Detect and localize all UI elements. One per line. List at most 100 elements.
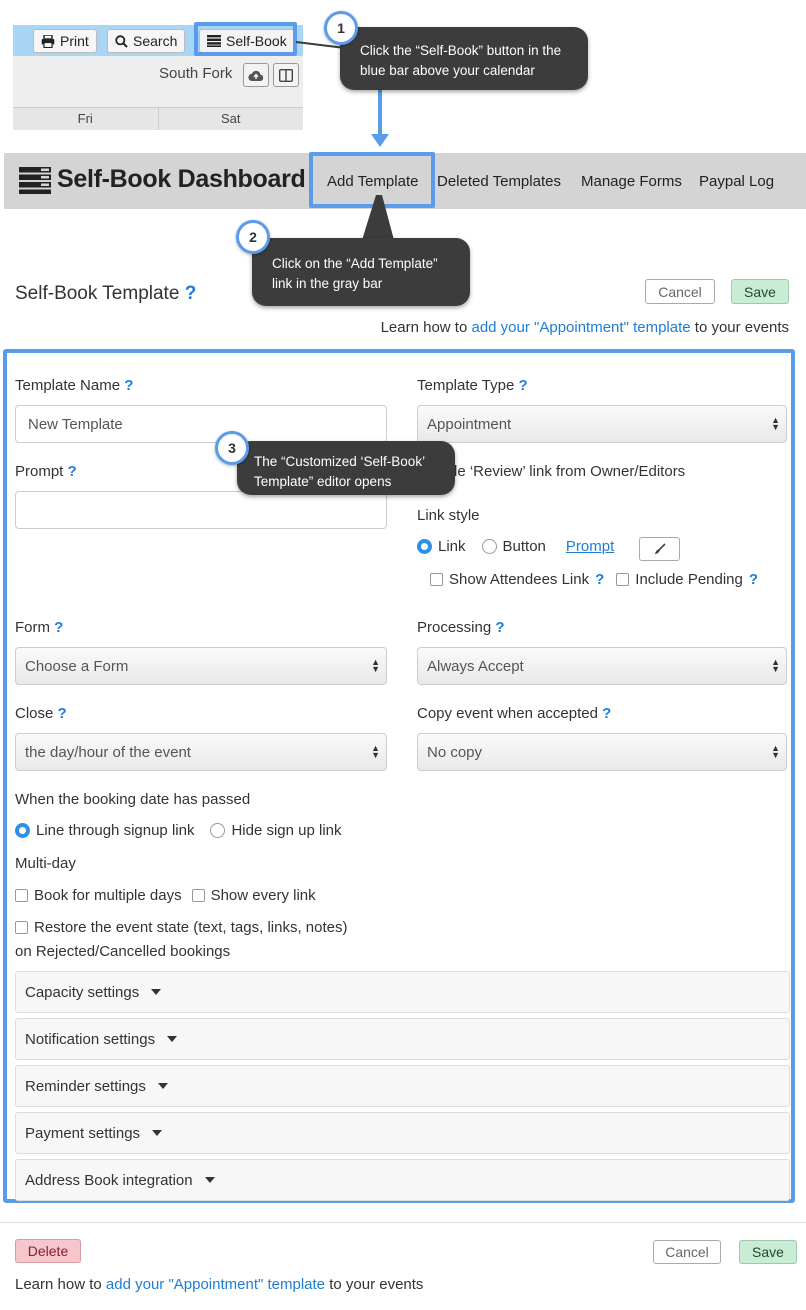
notification-settings-label: Notification settings	[25, 1030, 156, 1048]
multi-day-options: Book for multiple days Show every link	[15, 887, 316, 904]
save-button-bottom[interactable]: Save	[739, 1240, 797, 1264]
style-brush-button[interactable]	[639, 537, 680, 561]
link-radio[interactable]	[417, 539, 432, 554]
callout-step-3-text: The “Customized ‘Self-Book’ Template” ed…	[254, 454, 425, 489]
learn-how-top: Learn how to add your "Appointment" temp…	[381, 319, 789, 336]
help-icon[interactable]: ?	[518, 377, 527, 394]
capacity-settings-toggle[interactable]: Capacity settings	[15, 971, 790, 1013]
show-attendees-checkbox[interactable]	[430, 573, 443, 586]
callout-step-3: The “Customized ‘Self-Book’ Template” ed…	[237, 441, 455, 495]
help-icon[interactable]: ?	[68, 463, 77, 480]
select-arrows-icon: ▲ ▼	[771, 657, 780, 674]
copy-event-label: Copy event when accepted ?	[417, 705, 611, 722]
template-type-label: Template Type ?	[417, 377, 528, 394]
dashboard-title: Self-Book Dashboard	[57, 165, 306, 193]
capacity-settings-label: Capacity settings	[25, 983, 140, 1001]
callout-step-1-text: Click the “Self-Book” button in the blue…	[360, 43, 562, 78]
prompt-label: Prompt ?	[15, 463, 77, 480]
book-multiple-checkbox[interactable]	[15, 889, 28, 902]
caret-down-icon	[167, 1036, 178, 1042]
select-arrows-icon: ▲ ▼	[771, 743, 780, 760]
cancel-button-bottom[interactable]: Cancel	[653, 1240, 721, 1264]
restore-state-label-cont: on Rejected/Cancelled bookings	[15, 943, 231, 960]
notification-settings-toggle[interactable]: Notification settings	[15, 1018, 790, 1060]
button-radio-label: Button	[502, 538, 546, 555]
template-name-label: Template Name ?	[15, 377, 133, 394]
nav-manage-forms[interactable]: Manage Forms	[581, 173, 682, 190]
address-book-label: Address Book integration	[25, 1171, 193, 1189]
callout-step-2-text: Click on the “Add Template” link in the …	[272, 256, 438, 291]
line-through-radio[interactable]	[15, 823, 30, 838]
processing-select[interactable]: Always Accept ▲ ▼	[417, 647, 787, 685]
step-2-badge: 2	[236, 220, 270, 254]
learn-suffix: to your events	[329, 1276, 424, 1293]
help-icon[interactable]: ?	[185, 283, 197, 304]
help-icon[interactable]: ?	[595, 571, 604, 588]
footer-divider	[0, 1222, 806, 1223]
learn-suffix: to your events	[694, 319, 789, 336]
prompt-style-link[interactable]: Prompt	[566, 538, 614, 555]
close-select[interactable]: the day/hour of the event ▲ ▼	[15, 733, 387, 771]
select-arrows-icon: ▲ ▼	[371, 743, 380, 760]
learn-how-bottom: Learn how to add your "Appointment" temp…	[15, 1276, 423, 1293]
hide-review-label: de ‘Review’ link from Owner/Editors	[449, 463, 686, 480]
payment-settings-toggle[interactable]: Payment settings	[15, 1112, 790, 1154]
cancel-button-top[interactable]: Cancel	[645, 279, 715, 304]
include-pending-checkbox[interactable]	[616, 573, 630, 586]
close-label-text: Close	[15, 705, 54, 722]
attendees-options: Show Attendees Link ? Include Pending ?	[430, 571, 758, 588]
payment-settings-label: Payment settings	[25, 1124, 141, 1142]
show-attendees-label: Show Attendees Link	[449, 571, 590, 588]
reminder-settings-toggle[interactable]: Reminder settings	[15, 1065, 790, 1107]
step-3-badge: 3	[215, 431, 249, 465]
caret-down-icon	[157, 1083, 168, 1089]
caret-down-icon	[204, 1177, 215, 1183]
link-radio-label: Link	[438, 538, 466, 555]
link-style-options: Link Button Prompt	[417, 538, 614, 555]
help-icon[interactable]: ?	[58, 705, 67, 722]
prompt-input[interactable]	[15, 491, 387, 529]
help-icon[interactable]: ?	[495, 619, 504, 636]
reminder-settings-label: Reminder settings	[25, 1077, 146, 1095]
template-type-select[interactable]: Appointment ▲ ▼	[417, 405, 787, 443]
copy-event-select-value: No copy	[427, 743, 483, 761]
book-multiple-label: Book for multiple days	[34, 887, 182, 904]
select-arrows-icon: ▲ ▼	[371, 657, 380, 674]
self-book-logo-icon	[19, 167, 51, 194]
button-radio[interactable]	[481, 539, 497, 554]
template-type-value: Appointment	[427, 415, 512, 433]
copy-event-label-text: Copy event when accepted	[417, 705, 598, 722]
help-icon[interactable]: ?	[749, 571, 758, 588]
template-title-text: Self-Book Template	[15, 283, 180, 304]
callout-step-1: Click the “Self-Book” button in the blue…	[340, 27, 588, 90]
hide-signup-label: Hide sign up link	[231, 822, 342, 839]
copy-event-select[interactable]: No copy ▲ ▼	[417, 733, 787, 771]
select-arrows-icon: ▲ ▼	[771, 415, 780, 432]
form-select-value: Choose a Form	[25, 657, 129, 675]
processing-label: Processing ?	[417, 619, 505, 636]
address-book-toggle[interactable]: Address Book integration	[15, 1159, 790, 1201]
include-pending-label: Include Pending	[635, 571, 743, 588]
nav-paypal-log[interactable]: Paypal Log	[699, 173, 774, 190]
delete-button[interactable]: Delete	[15, 1239, 81, 1263]
learn-prefix: Learn how to	[15, 1276, 102, 1293]
hide-signup-radio[interactable]	[210, 823, 226, 838]
template-type-label-text: Template Type	[417, 377, 515, 394]
help-icon[interactable]: ?	[54, 619, 63, 636]
learn-link-top[interactable]: add your "Appointment" template	[471, 319, 690, 336]
caret-down-icon	[152, 1130, 163, 1136]
nav-deleted-templates[interactable]: Deleted Templates	[437, 173, 561, 190]
restore-state-checkbox[interactable]	[15, 921, 28, 934]
save-button-top[interactable]: Save	[731, 279, 789, 304]
form-select[interactable]: Choose a Form ▲ ▼	[15, 647, 387, 685]
learn-prefix: Learn how to	[380, 319, 468, 336]
processing-label-text: Processing	[417, 619, 492, 636]
help-icon[interactable]: ?	[124, 377, 133, 394]
show-every-checkbox[interactable]	[191, 889, 205, 902]
processing-select-value: Always Accept	[427, 657, 524, 675]
learn-link-bottom[interactable]: add your "Appointment" template	[106, 1276, 325, 1293]
help-icon[interactable]: ?	[602, 705, 611, 722]
form-label: Form ?	[15, 619, 63, 636]
close-label: Close ?	[15, 705, 67, 722]
template-name-input[interactable]: New Template	[15, 405, 387, 443]
